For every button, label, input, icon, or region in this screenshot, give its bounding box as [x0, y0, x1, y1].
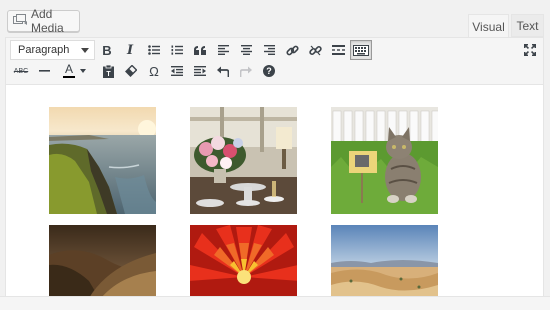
align-left-button[interactable]	[213, 40, 233, 60]
indent-icon	[194, 66, 206, 76]
align-left-icon	[217, 45, 229, 55]
chevron-down-icon	[81, 48, 89, 53]
editor-content[interactable]	[6, 85, 543, 310]
link-icon	[285, 45, 299, 55]
format-select[interactable]: Paragraph	[10, 40, 95, 60]
paste-as-text-button[interactable]: T	[98, 61, 118, 81]
strikethrough-button[interactable]: ABC	[11, 61, 31, 81]
text-color-icon: A	[64, 62, 73, 76]
text-color-button[interactable]: A	[60, 61, 78, 81]
align-center-button[interactable]	[236, 40, 256, 60]
add-media-label: Add Media	[31, 7, 64, 35]
gallery-image-cat[interactable]	[331, 107, 438, 214]
format-select-value: Paragraph	[18, 44, 70, 56]
help-icon: ?	[263, 65, 275, 77]
redo-button[interactable]	[236, 61, 256, 81]
bold-button[interactable]: B	[97, 40, 117, 60]
insert-link-button[interactable]	[282, 40, 302, 60]
svg-text:T: T	[106, 71, 111, 78]
bold-icon: B	[102, 42, 112, 58]
tab-visual[interactable]: Visual	[468, 14, 509, 38]
read-more-icon	[331, 45, 345, 55]
horizontal-line-icon	[38, 70, 50, 72]
numbered-list-button[interactable]	[167, 40, 187, 60]
fullscreen-icon	[524, 44, 536, 56]
editor-toolbar: Paragraph B I ABC A T Ω ?	[6, 38, 543, 85]
undo-button[interactable]	[213, 61, 233, 81]
text-color-dropdown[interactable]	[78, 61, 88, 81]
numbered-list-icon	[171, 45, 183, 55]
editor-bottom-edge	[0, 296, 550, 310]
editor: Paragraph B I ABC A T Ω ?	[5, 37, 544, 310]
media-icon	[13, 13, 27, 29]
quote-icon	[194, 45, 206, 55]
align-right-button[interactable]	[259, 40, 279, 60]
remove-link-button[interactable]	[305, 40, 325, 60]
unlink-icon	[308, 45, 322, 55]
toolbar-toggle-button[interactable]	[350, 40, 372, 60]
special-character-button[interactable]: Ω	[144, 61, 164, 81]
add-media-button[interactable]: Add Media	[7, 7, 80, 35]
gallery-image-desert[interactable]	[331, 225, 438, 298]
toolbar-row-2: ABC A T Ω ?	[6, 61, 543, 83]
italic-icon: I	[126, 42, 134, 58]
align-right-icon	[263, 45, 275, 55]
gallery-image-coast[interactable]	[49, 107, 156, 214]
gallery-image-dahlia[interactable]	[190, 225, 297, 298]
bulleted-list-icon	[148, 45, 160, 55]
fullscreen-button[interactable]	[520, 40, 540, 60]
redo-icon	[240, 66, 252, 77]
decrease-indent-button[interactable]	[167, 61, 187, 81]
align-center-icon	[240, 45, 252, 55]
undo-icon	[217, 66, 229, 77]
clipboard-icon: T	[102, 64, 114, 78]
keyboard-shortcuts-button[interactable]: ?	[259, 61, 279, 81]
strikethrough-icon: ABC	[13, 67, 29, 75]
eraser-icon	[125, 65, 137, 77]
text-color-swatch	[63, 76, 75, 78]
omega-icon: Ω	[149, 63, 159, 79]
blockquote-button[interactable]	[190, 40, 210, 60]
chevron-down-icon	[80, 69, 86, 73]
tab-text[interactable]: Text	[511, 14, 544, 37]
clear-formatting-button[interactable]	[121, 61, 141, 81]
gallery-image-valley[interactable]	[49, 225, 156, 298]
outdent-icon	[171, 66, 183, 76]
bulleted-list-button[interactable]	[144, 40, 164, 60]
gallery-image-flowers[interactable]	[190, 107, 297, 214]
italic-button[interactable]: I	[120, 40, 140, 60]
increase-indent-button[interactable]	[190, 61, 210, 81]
keyboard-icon	[353, 44, 369, 56]
toolbar-row-1: Paragraph B I	[6, 40, 543, 62]
read-more-button[interactable]	[328, 40, 348, 60]
horizontal-line-button[interactable]	[34, 61, 54, 81]
